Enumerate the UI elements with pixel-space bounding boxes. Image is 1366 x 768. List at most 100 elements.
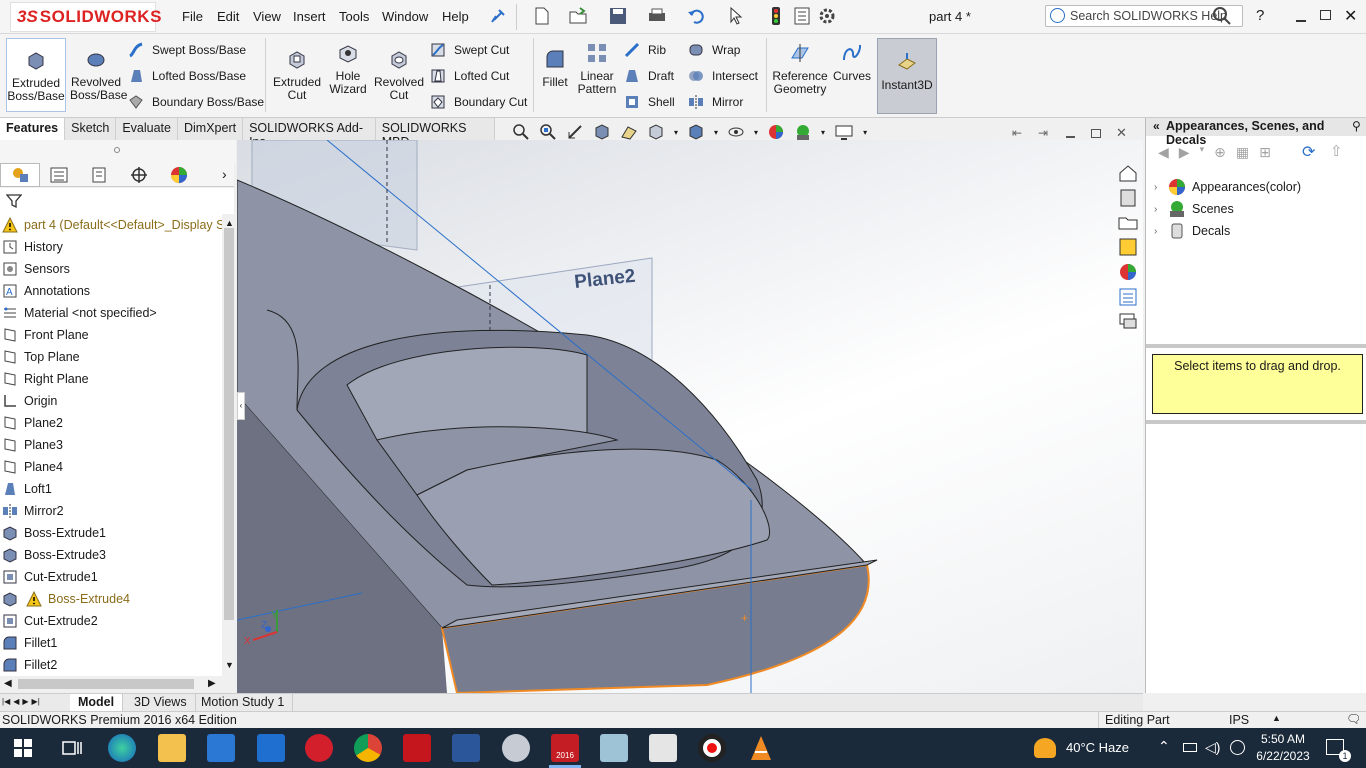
solidworks-logo[interactable]: 3S SOLIDWORKS [10,2,161,32]
help-question-icon[interactable]: ? [1256,7,1264,24]
solidworks-taskbar-icon[interactable]: 2016 [551,734,579,762]
close-icon[interactable]: ✕ [1344,6,1357,26]
view-settings-dropdown-icon[interactable]: ▾ [863,128,867,137]
panel-collapse-handle[interactable]: ‹ [237,392,245,420]
library-icon[interactable]: ▦ [1236,144,1249,162]
opera-browser-icon[interactable] [305,734,333,762]
scroll-down-icon[interactable]: ▼ [225,660,234,670]
tree-item[interactable]: Top Plane [0,346,222,368]
collapse-right-icon[interactable]: ⇥ [1038,126,1048,140]
clock-time[interactable]: 5:50 AM [1258,732,1308,746]
menu-tools[interactable]: Tools [339,9,369,24]
history-dropdown-icon[interactable]: ▾ [1200,144,1205,162]
menu-file[interactable]: File [182,9,203,24]
hole-wizard-button[interactable]: Hole Wizard [324,42,372,96]
pane-divider-top[interactable] [1146,344,1366,348]
tree-item[interactable]: Cut-Extrude1 [0,566,222,588]
last-tab-icon[interactable]: ▶| [32,697,40,709]
vlc-player-icon[interactable] [747,734,775,762]
back-icon[interactable]: ◀ [1158,144,1169,162]
status-units[interactable]: IPS [1229,713,1249,727]
new-document-icon[interactable] [532,6,552,26]
task-view-icon[interactable] [62,739,82,757]
tree-item[interactable]: Sensors [0,258,222,280]
battery-icon[interactable] [1183,743,1197,752]
extruded-cut-button[interactable]: Extruded Cut [270,48,324,102]
tree-item[interactable]: Fillet1 [0,632,222,654]
screen-recorder-icon[interactable] [698,734,726,762]
tree-scenes[interactable]: › Scenes [1154,198,1360,220]
tree-item[interactable]: Cut-Extrude2 [0,610,222,632]
next-tab-icon[interactable]: ▶ [22,697,28,709]
previous-view-icon[interactable] [566,123,584,141]
expand-icon[interactable]: › [1154,182,1168,193]
menu-view[interactable]: View [253,9,281,24]
tree-item[interactable]: Front Plane [0,324,222,346]
edge-browser-icon[interactable] [108,734,136,762]
add-to-library-icon[interactable]: ⊕ [1214,144,1226,162]
design-library-icon[interactable] [1117,187,1139,209]
revolved-boss-button[interactable]: Revolved Boss/Base [70,48,127,102]
custom-properties-icon[interactable] [1117,286,1139,308]
collapse-left-icon[interactable]: ⇤ [1012,126,1022,140]
hide-show-items-icon[interactable] [727,123,745,141]
refresh-icon[interactable]: ⟳ [1302,142,1315,162]
tree-appearances[interactable]: › Appearances(color) [1154,176,1360,198]
rebuild-icon[interactable] [766,6,786,26]
tab-solidworks-add-ins[interactable]: SOLIDWORKS Add-Ins [243,118,376,149]
view-settings-icon[interactable] [834,123,854,141]
tree-decals[interactable]: › Decals [1154,220,1360,242]
dynamic-annotation-icon[interactable] [620,123,638,141]
volume-icon[interactable]: ◁) [1205,739,1220,756]
rib-button[interactable]: Rib [624,40,666,60]
tab-dimxpert[interactable]: DimXpert [178,118,244,140]
microsoft-store-icon[interactable] [207,734,235,762]
network-globe-icon[interactable] [1230,740,1245,755]
options-gear-icon[interactable] [817,6,837,26]
file-properties-icon[interactable] [792,6,812,26]
reference-geometry-button[interactable]: Reference Geometry [770,42,830,96]
expand-icon[interactable]: › [1154,226,1168,237]
pin-icon[interactable] [490,8,506,24]
boundary-boss-button[interactable]: Boundary Boss/Base [128,92,264,112]
tree-item[interactable]: Boss-Extrude3 [0,544,222,566]
extruded-boss-button[interactable]: Extruded Boss/Base [6,38,66,112]
viewport-minimize-icon[interactable] [1066,136,1075,138]
print-icon[interactable] [647,6,667,26]
scroll-left-icon[interactable]: ◀ [4,678,12,689]
model-canvas[interactable]: + Plane2 Y X Z [237,140,1143,693]
tree-item[interactable]: Plane3 [0,434,222,456]
viewport-close-icon[interactable]: ✕ [1116,125,1127,141]
configuration-manager-tab-icon[interactable] [90,167,108,183]
prev-tab-icon[interactable]: ◀ [13,697,19,709]
hide-show-dropdown-icon[interactable]: ▾ [754,128,758,137]
menu-window[interactable]: Window [382,9,428,24]
file-explorer-icon[interactable] [1117,211,1139,233]
tab-model[interactable]: Model [70,694,124,711]
menu-edit[interactable]: Edit [217,9,239,24]
feature-manager-tab-icon[interactable] [11,166,29,184]
tree-item[interactable]: Boss-Extrude1 [0,522,222,544]
expand-icon[interactable]: › [1154,204,1168,215]
boundary-cut-button[interactable]: Boundary Cut [430,92,527,112]
tree-item[interactable]: Right Plane [0,368,222,390]
instant3d-button[interactable]: Instant3D [877,38,937,114]
restore-icon[interactable] [1320,10,1331,20]
view-orientation-icon[interactable] [647,123,665,141]
draft-button[interactable]: Draft [624,66,674,86]
zoom-to-area-icon[interactable] [539,123,557,141]
tree-horizontal-scrollbar[interactable]: ◀ ▶ [0,676,236,692]
tab-motion-study-1[interactable]: Motion Study 1 [193,694,294,711]
swept-boss-button[interactable]: Swept Boss/Base [128,40,246,60]
zoom-to-fit-icon[interactable] [512,123,530,141]
feature-filter[interactable] [0,188,234,214]
notepad-icon[interactable] [600,734,628,762]
display-manager-tab-icon[interactable] [170,166,188,184]
property-manager-tab-icon[interactable] [50,167,68,183]
new-folder-icon[interactable]: ⊞ [1259,144,1271,162]
tree-item[interactable]: Material <not specified> [0,302,222,324]
forum-icon[interactable] [1117,310,1139,332]
mirror-button[interactable]: Mirror [688,92,743,112]
tab-solidworks-mbd[interactable]: SOLIDWORKS MBD [376,118,495,149]
viewport-restore-icon[interactable] [1091,129,1101,138]
